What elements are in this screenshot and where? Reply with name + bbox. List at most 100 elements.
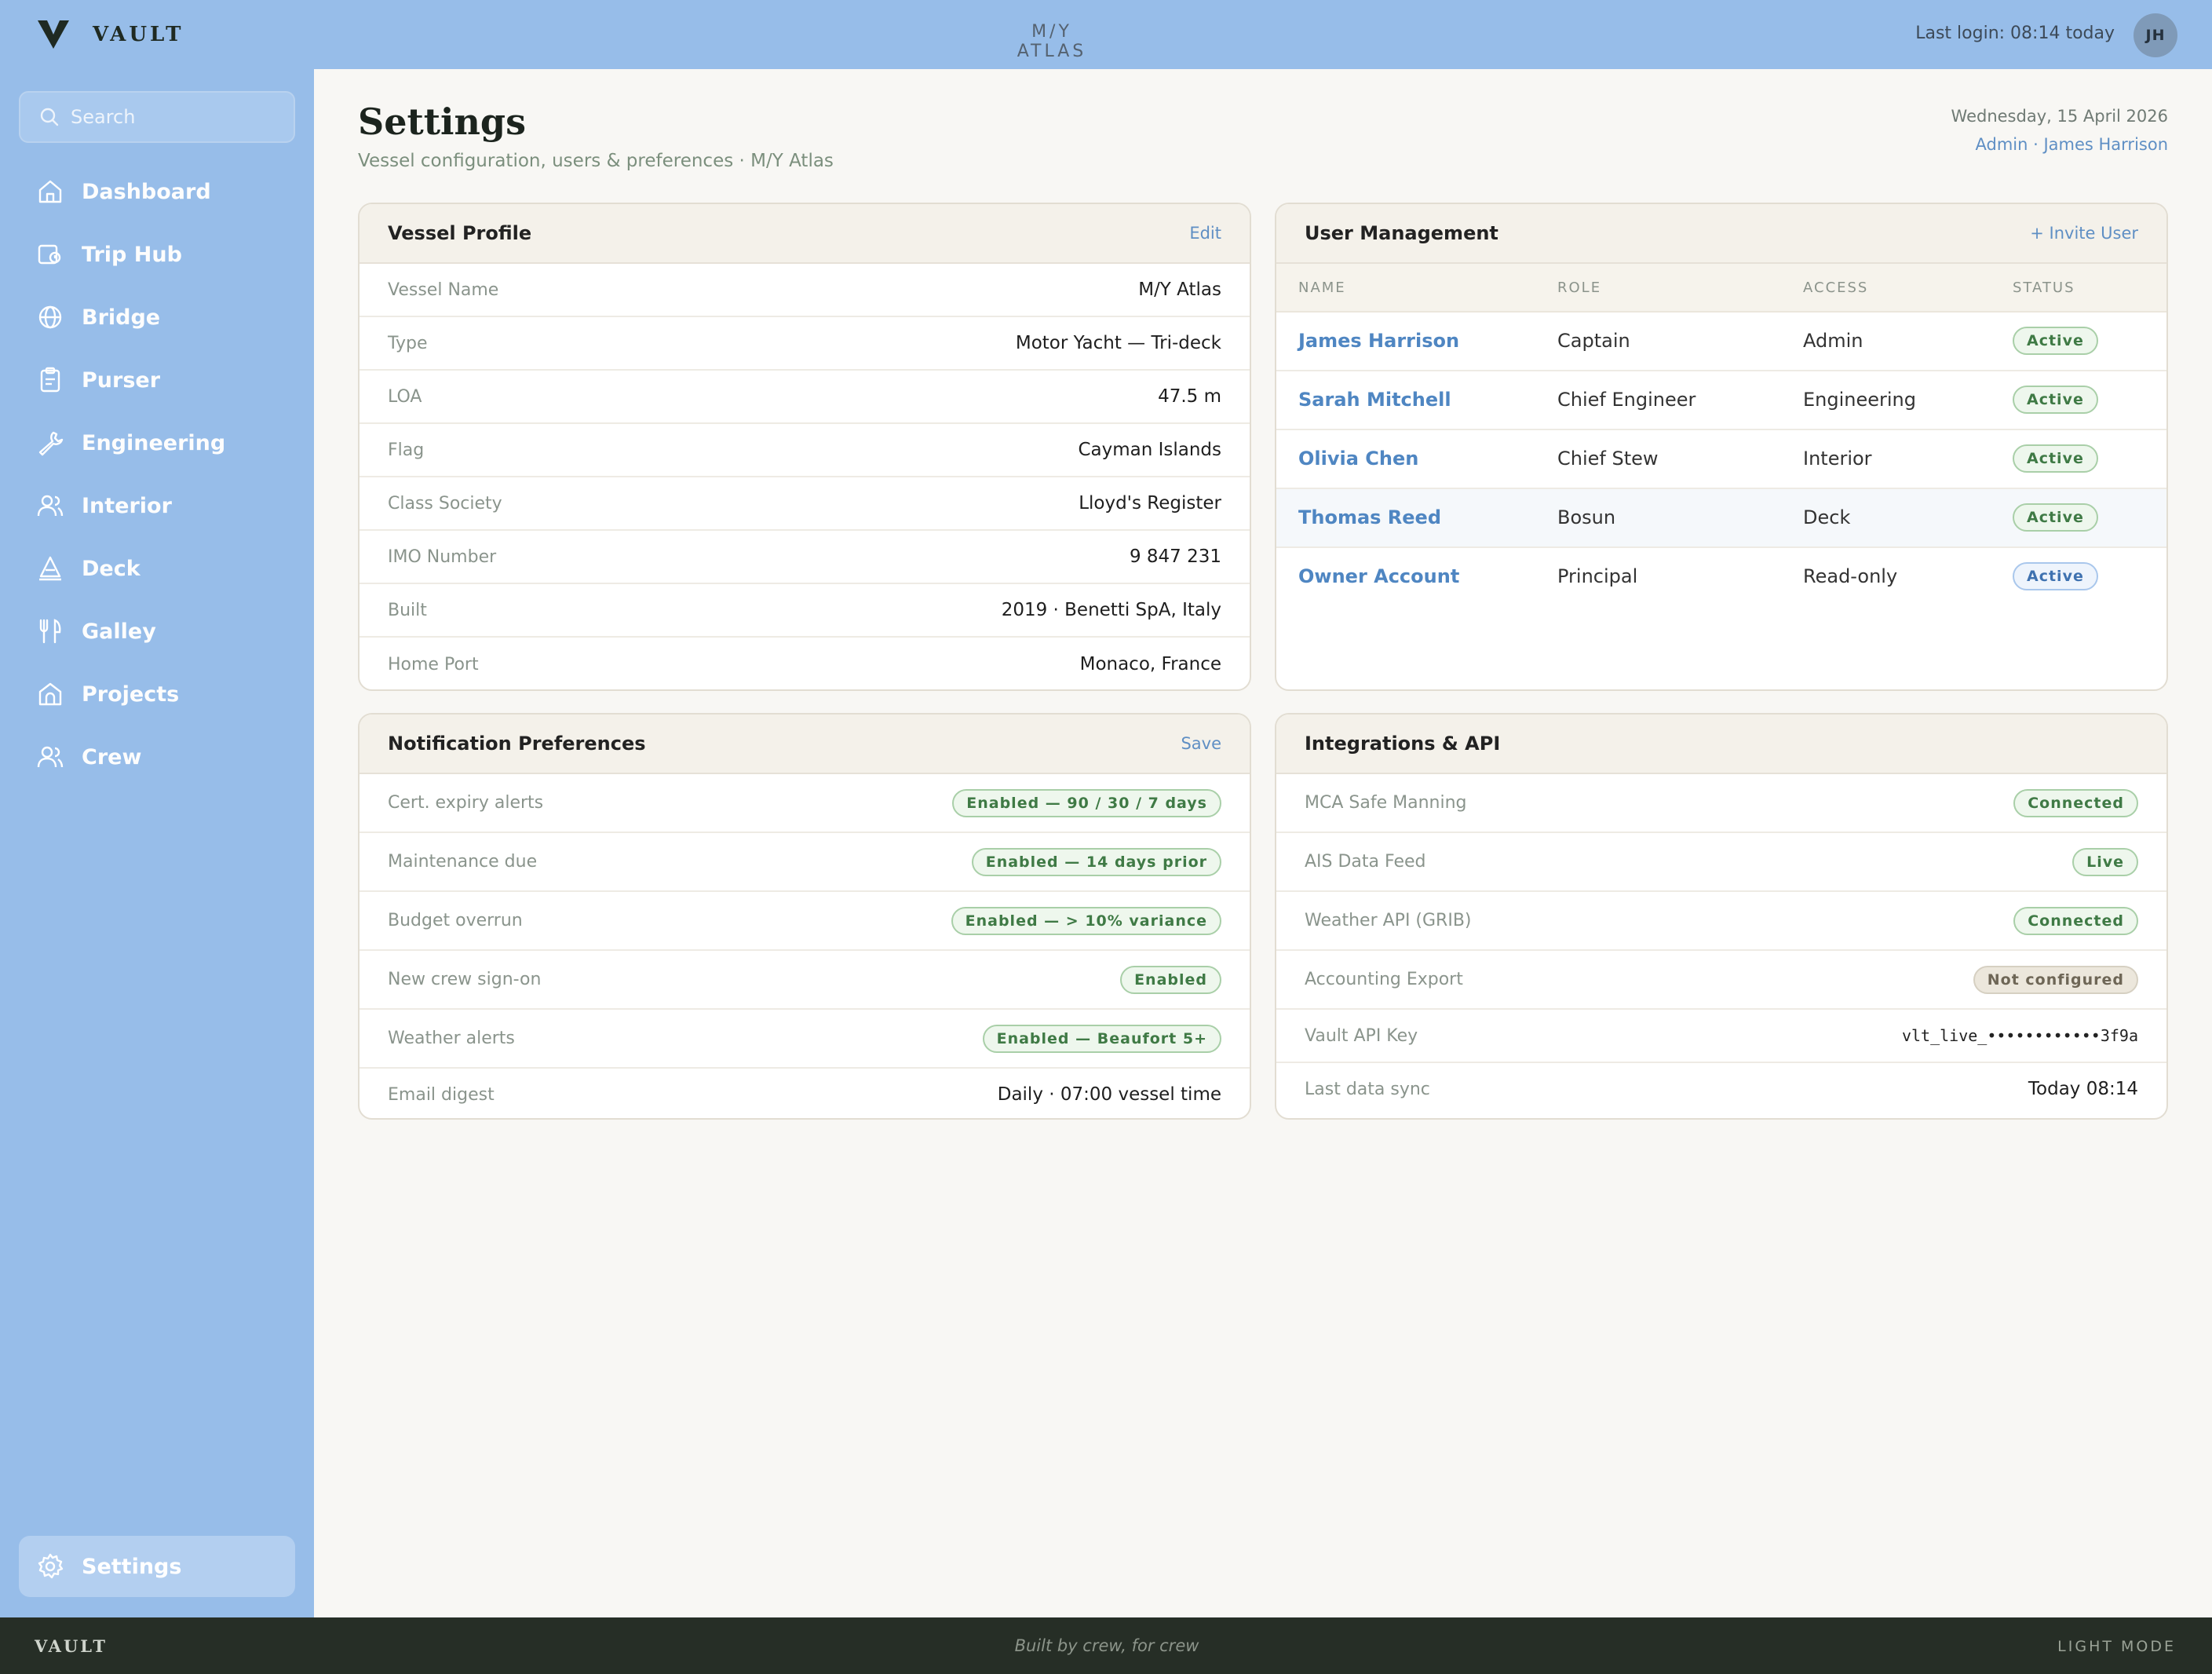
sidebar-item-trip-hub[interactable]: Trip Hub bbox=[19, 223, 295, 286]
search-box[interactable] bbox=[19, 91, 295, 143]
column-header-role[interactable]: ROLE bbox=[1557, 280, 1601, 296]
integration-row: MCA Safe Manning Connected bbox=[1276, 774, 2166, 833]
user-name-link[interactable]: James Harrison bbox=[1298, 330, 1459, 352]
status-badge: Active bbox=[2013, 444, 2098, 473]
status-badge[interactable]: Not configured bbox=[1973, 965, 2138, 994]
profile-row: LOA 47.5 m bbox=[360, 371, 1250, 424]
sidebar-item-deck[interactable]: Deck bbox=[19, 537, 295, 600]
row-label: New crew sign-on bbox=[388, 970, 542, 989]
table-header: NAME ROLE ACCESS STATUS bbox=[1276, 264, 2166, 313]
sidebar-item-purser[interactable]: Purser bbox=[19, 349, 295, 411]
row-label: Vault API Key bbox=[1305, 1025, 1418, 1046]
row-label: Type bbox=[388, 333, 428, 353]
status-badge: Active bbox=[2013, 503, 2098, 532]
user-role: Principal bbox=[1557, 565, 1638, 587]
row-value: 2019 · Benetti SpA, Italy bbox=[1001, 600, 1221, 620]
user-role: Chief Engineer bbox=[1557, 389, 1696, 411]
integration-row: Last data sync Today 08:14 bbox=[1276, 1063, 2166, 1115]
theme-toggle[interactable]: LIGHT MODE bbox=[2057, 1638, 2176, 1655]
wrench-icon bbox=[38, 431, 64, 456]
logo[interactable]: VAULT bbox=[36, 19, 184, 50]
top-bar: VAULT M/Y ATLAS Last login: 08:14 today … bbox=[0, 0, 2212, 69]
row-label: Email digest bbox=[388, 1084, 495, 1105]
clipboard-icon bbox=[40, 367, 60, 393]
row-label: Weather API (GRIB) bbox=[1305, 911, 1472, 930]
admin-user[interactable]: Admin · James Harrison bbox=[1976, 135, 2169, 154]
save-button[interactable]: Save bbox=[1181, 734, 1221, 753]
profile-row: Class Society Lloyd's Register bbox=[360, 477, 1250, 531]
user-access: Engineering bbox=[1803, 389, 1916, 411]
search-input[interactable] bbox=[71, 106, 290, 128]
sidebar-item-label: Crew bbox=[82, 744, 142, 769]
invite-user-button[interactable]: + Invite User bbox=[2030, 224, 2138, 243]
status-badge: Active bbox=[2013, 562, 2098, 590]
status-badge[interactable]: Enabled — > 10% variance bbox=[951, 906, 1221, 935]
table-row[interactable]: Thomas Reed Bosun Deck Active bbox=[1276, 489, 2166, 548]
status-badge[interactable]: Connected bbox=[2013, 788, 2138, 817]
card-header: Integrations & API bbox=[1276, 715, 2166, 774]
sidebar-item-crew[interactable]: Crew bbox=[19, 726, 295, 788]
edit-button[interactable]: Edit bbox=[1189, 224, 1221, 243]
sidebar-item-label: Settings bbox=[82, 1554, 182, 1579]
status-badge[interactable]: Enabled — Beaufort 5+ bbox=[982, 1024, 1221, 1053]
utensils-icon bbox=[39, 619, 61, 644]
sidebar-item-interior[interactable]: Interior bbox=[19, 474, 295, 537]
sidebar-item-label: Galley bbox=[82, 619, 156, 644]
column-header-status[interactable]: STATUS bbox=[2013, 280, 2075, 296]
status-badge[interactable]: Enabled bbox=[1120, 965, 1221, 994]
status-badge[interactable]: Live bbox=[2072, 847, 2138, 876]
user-name-link[interactable]: Thomas Reed bbox=[1298, 506, 1441, 528]
table-row[interactable]: Owner Account Principal Read-only Active bbox=[1276, 548, 2166, 607]
sidebar-item-label: Deck bbox=[82, 556, 141, 581]
user-name-link[interactable]: Olivia Chen bbox=[1298, 448, 1418, 470]
main-content: Settings Vessel configuration, users & p… bbox=[314, 69, 2212, 1617]
api-key-value[interactable]: vlt_live_••••••••••••3f9a bbox=[1902, 1026, 2138, 1045]
users-icon bbox=[37, 495, 64, 517]
sidebar-item-dashboard[interactable]: Dashboard bbox=[19, 160, 295, 223]
vault-logo-icon bbox=[38, 20, 69, 49]
building-icon bbox=[38, 682, 62, 706]
row-label: MCA Safe Manning bbox=[1305, 793, 1467, 813]
page-title: Settings bbox=[358, 101, 526, 143]
card-title: Notification Preferences bbox=[388, 733, 646, 755]
row-value: Lloyd's Register bbox=[1079, 493, 1221, 514]
user-access: Admin bbox=[1803, 330, 1863, 352]
row-value[interactable]: Daily · 07:00 vessel time bbox=[998, 1084, 1221, 1105]
column-header-name[interactable]: NAME bbox=[1298, 280, 1346, 296]
sidebar-item-projects[interactable]: Projects bbox=[19, 663, 295, 726]
card-header: Vessel Profile Edit bbox=[360, 204, 1250, 264]
vessel-profile-card: Vessel Profile Edit Vessel Name M/Y Atlas… bbox=[358, 203, 1251, 691]
notification-row: Email digest Daily · 07:00 vessel time bbox=[360, 1069, 1250, 1118]
integration-row: Vault API Key vlt_live_••••••••••••3f9a bbox=[1276, 1010, 2166, 1063]
row-label: Home Port bbox=[388, 654, 479, 674]
row-label: IMO Number bbox=[388, 546, 497, 567]
status-badge[interactable]: Enabled — 14 days prior bbox=[971, 847, 1221, 876]
status-badge[interactable]: Connected bbox=[2013, 906, 2138, 935]
user-access: Read-only bbox=[1803, 565, 1898, 587]
column-header-access[interactable]: ACCESS bbox=[1803, 280, 1868, 296]
sidebar-item-settings[interactable]: Settings bbox=[19, 1536, 295, 1597]
user-name-link[interactable]: Sarah Mitchell bbox=[1298, 389, 1451, 411]
user-access: Interior bbox=[1803, 448, 1872, 470]
row-value: Cayman Islands bbox=[1078, 440, 1221, 460]
notification-row: Maintenance due Enabled — 14 days prior bbox=[360, 833, 1250, 892]
row-label: Maintenance due bbox=[388, 852, 538, 872]
avatar[interactable]: JH bbox=[2134, 13, 2177, 57]
footer-tagline: Built by crew, for crew bbox=[1014, 1636, 1199, 1655]
row-label: Flag bbox=[388, 440, 425, 460]
table-row[interactable]: Olivia Chen Chief Stew Interior Active bbox=[1276, 430, 2166, 489]
table-row[interactable]: James Harrison Captain Admin Active bbox=[1276, 313, 2166, 371]
logo-text: VAULT bbox=[93, 23, 184, 46]
sidebar-item-bridge[interactable]: Bridge bbox=[19, 286, 295, 349]
sidebar-item-engineering[interactable]: Engineering bbox=[19, 411, 295, 474]
card-title: Integrations & API bbox=[1305, 733, 1501, 755]
integration-row: Weather API (GRIB) Connected bbox=[1276, 892, 2166, 951]
user-name-link[interactable]: Owner Account bbox=[1298, 565, 1459, 587]
table-row[interactable]: Sarah Mitchell Chief Engineer Engineerin… bbox=[1276, 371, 2166, 430]
row-label: Class Society bbox=[388, 493, 502, 514]
globe-icon bbox=[38, 305, 62, 329]
profile-row: IMO Number 9 847 231 bbox=[360, 531, 1250, 584]
search-icon bbox=[40, 108, 59, 126]
sidebar-item-galley[interactable]: Galley bbox=[19, 600, 295, 663]
status-badge[interactable]: Enabled — 90 / 30 / 7 days bbox=[952, 788, 1221, 817]
